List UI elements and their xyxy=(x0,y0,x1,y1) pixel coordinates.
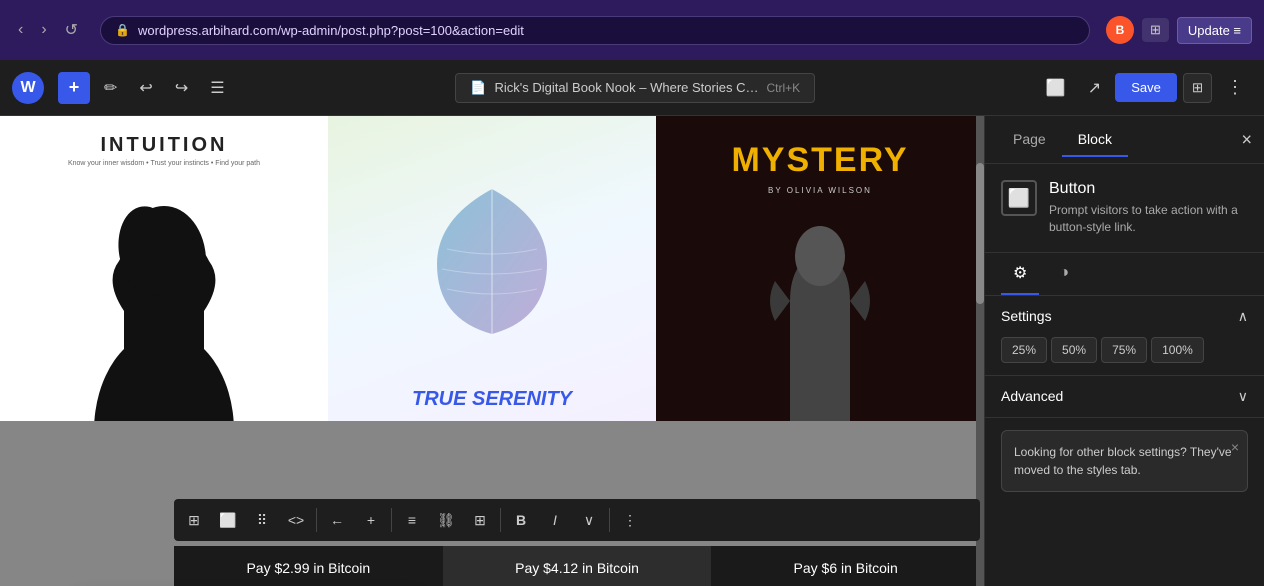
link-button[interactable]: ⛓ xyxy=(430,504,462,536)
browser-actions: B ⊞ Update ≡ xyxy=(1106,16,1252,44)
settings-title: Settings xyxy=(1001,308,1052,324)
keyboard-shortcut: Ctrl+K xyxy=(766,81,800,95)
doc-title: Rick's Digital Book Nook – Where Stories… xyxy=(494,80,758,95)
advanced-header[interactable]: Advanced ∨ xyxy=(1001,388,1248,405)
toolbar-divider-2 xyxy=(391,508,392,532)
italic-button[interactable]: I xyxy=(539,504,571,536)
panel-tabs: Page Block × xyxy=(985,116,1264,164)
mystery-figure-svg xyxy=(656,201,984,421)
block-toolbar: ⊞ ⬜ ⠿ <> ← + ≡ ⛓ ⊞ B I ∨ ⋮ xyxy=(174,499,980,541)
settings-section: Settings ∧ 25% 50% 75% 100% xyxy=(985,296,1264,376)
title-area: 📄 Rick's Digital Book Nook – Where Stori… xyxy=(239,73,1032,103)
save-button[interactable]: Save xyxy=(1115,73,1177,102)
notification-close-button[interactable]: × xyxy=(1231,439,1239,455)
mystery-author: BY OLIVIA WILSON xyxy=(656,186,984,195)
forward-button[interactable]: › xyxy=(35,17,52,43)
block-drag-button[interactable]: ⠿ xyxy=(246,504,278,536)
justify-button[interactable]: ≡ xyxy=(396,504,428,536)
block-type-button[interactable]: ⊞ xyxy=(178,504,210,536)
lock-icon: 🔒 xyxy=(115,23,130,37)
panel-close-button[interactable]: × xyxy=(1241,129,1252,150)
block-icon-box: ⬜ xyxy=(1001,180,1037,216)
right-panel: Page Block × ⬜ Button Prompt visitors to… xyxy=(984,116,1264,586)
serenity-title: TRUE SERENITY xyxy=(328,388,656,411)
align-left-button[interactable]: ← xyxy=(321,504,353,536)
align-button[interactable]: ⊞ xyxy=(464,504,496,536)
more-options-button[interactable]: ⋮ xyxy=(1218,71,1252,104)
btc-button-2[interactable]: Pay $4.12 in Bitcoin xyxy=(443,546,712,586)
intuition-title: INTUITION xyxy=(0,134,328,157)
mystery-title: MYSTERY xyxy=(656,141,984,180)
serenity-leaf-svg xyxy=(427,179,557,339)
wp-logo: W xyxy=(12,72,44,104)
list-view-button[interactable]: ☰ xyxy=(202,72,232,104)
block-embed-button[interactable]: ⬜ xyxy=(212,504,244,536)
book-cover-mystery: MYSTERY BY OLIVIA WILSON xyxy=(656,116,984,421)
book-cover-intuition: INTUITION Know your inner wisdom • Trust… xyxy=(0,116,328,421)
address-text: wordpress.arbihard.com/wp-admin/post.php… xyxy=(138,23,524,38)
toolbar-divider-4 xyxy=(609,508,610,532)
book-cover-serenity: TRUE SERENITY xyxy=(328,116,656,421)
btc-button-1[interactable]: Pay $2.99 in Bitcoin xyxy=(174,546,443,586)
block-name: Button xyxy=(1049,180,1248,198)
external-button[interactable]: ↗ xyxy=(1080,72,1109,104)
advanced-section: Advanced ∨ xyxy=(985,376,1264,418)
advanced-expand-icon: ∨ xyxy=(1238,388,1248,405)
panel-toggle-button[interactable]: ⊞ xyxy=(1183,73,1212,103)
button-icon: ⬜ xyxy=(1008,188,1030,209)
tab-block[interactable]: Block xyxy=(1062,123,1128,157)
settings-collapse-icon: ∧ xyxy=(1238,308,1248,325)
block-info-header: ⬜ Button Prompt visitors to take action … xyxy=(1001,180,1248,236)
wp-toolbar: W + ✏ ↩ ↪ ☰ 📄 Rick's Digital Book Nook –… xyxy=(0,60,1264,116)
btc-buttons-row: Pay $2.99 in Bitcoin Pay $4.12 in Bitcoi… xyxy=(174,546,980,586)
silhouette-svg xyxy=(0,201,328,421)
block-info: ⬜ Button Prompt visitors to take action … xyxy=(985,164,1264,253)
btc-button-3[interactable]: Pay $6 in Bitcoin xyxy=(711,546,980,586)
add-button[interactable]: + xyxy=(355,504,387,536)
reload-button[interactable]: ↺ xyxy=(59,16,84,44)
scroll-thumb[interactable] xyxy=(976,163,984,304)
size-100-button[interactable]: 100% xyxy=(1151,337,1204,363)
extensions-button[interactable]: ⊞ xyxy=(1142,18,1169,42)
back-button[interactable]: ‹ xyxy=(12,17,29,43)
size-50-button[interactable]: 50% xyxy=(1051,337,1097,363)
toolbar-divider-1 xyxy=(316,508,317,532)
main-layout: INTUITION Know your inner wisdom • Trust… xyxy=(0,116,1264,586)
settings-icon-tabs: ⚙ ◑ xyxy=(985,253,1264,296)
more-options-block-button[interactable]: ⋮ xyxy=(614,504,646,536)
browser-chrome: ‹ › ↺ 🔒 wordpress.arbihard.com/wp-admin/… xyxy=(0,0,1264,60)
settings-header[interactable]: Settings ∧ xyxy=(1001,308,1248,325)
update-button[interactable]: Update ≡ xyxy=(1177,17,1252,44)
block-details: Button Prompt visitors to take action wi… xyxy=(1049,180,1248,236)
intuition-subtitle: Know your inner wisdom • Trust your inst… xyxy=(0,160,328,167)
more-rich-button[interactable]: ∨ xyxy=(573,504,605,536)
settings-icon-tab-contrast[interactable]: ◑ xyxy=(1047,253,1081,295)
block-description: Prompt visitors to take action with a bu… xyxy=(1049,202,1248,236)
tab-page[interactable]: Page xyxy=(997,123,1062,157)
size-options: 25% 50% 75% 100% xyxy=(1001,337,1248,363)
toolbar-right: ⬜ ↗ Save ⊞ ⋮ xyxy=(1038,71,1252,104)
toolbar-divider-3 xyxy=(500,508,501,532)
tools-button[interactable]: ✏ xyxy=(96,72,125,104)
settings-icon-tab-gear[interactable]: ⚙ xyxy=(1001,253,1039,295)
size-25-button[interactable]: 25% xyxy=(1001,337,1047,363)
redo-button[interactable]: ↪ xyxy=(167,72,196,104)
block-code-button[interactable]: <> xyxy=(280,504,312,536)
notification-box: Looking for other block settings? They'v… xyxy=(1001,430,1248,492)
preview-button[interactable]: ⬜ xyxy=(1038,72,1074,104)
bold-button[interactable]: B xyxy=(505,504,537,536)
advanced-title: Advanced xyxy=(1001,388,1063,404)
content-area: INTUITION Know your inner wisdom • Trust… xyxy=(0,116,984,586)
address-bar[interactable]: 🔒 wordpress.arbihard.com/wp-admin/post.p… xyxy=(100,16,1090,45)
notification-text: Looking for other block settings? They'v… xyxy=(1014,443,1235,479)
add-block-button[interactable]: + xyxy=(58,72,90,104)
size-75-button[interactable]: 75% xyxy=(1101,337,1147,363)
nav-buttons: ‹ › ↺ xyxy=(12,16,84,44)
doc-icon: 📄 xyxy=(470,80,486,96)
undo-button[interactable]: ↩ xyxy=(131,72,160,104)
brave-icon: B xyxy=(1106,16,1134,44)
document-title-button[interactable]: 📄 Rick's Digital Book Nook – Where Stori… xyxy=(455,73,815,103)
